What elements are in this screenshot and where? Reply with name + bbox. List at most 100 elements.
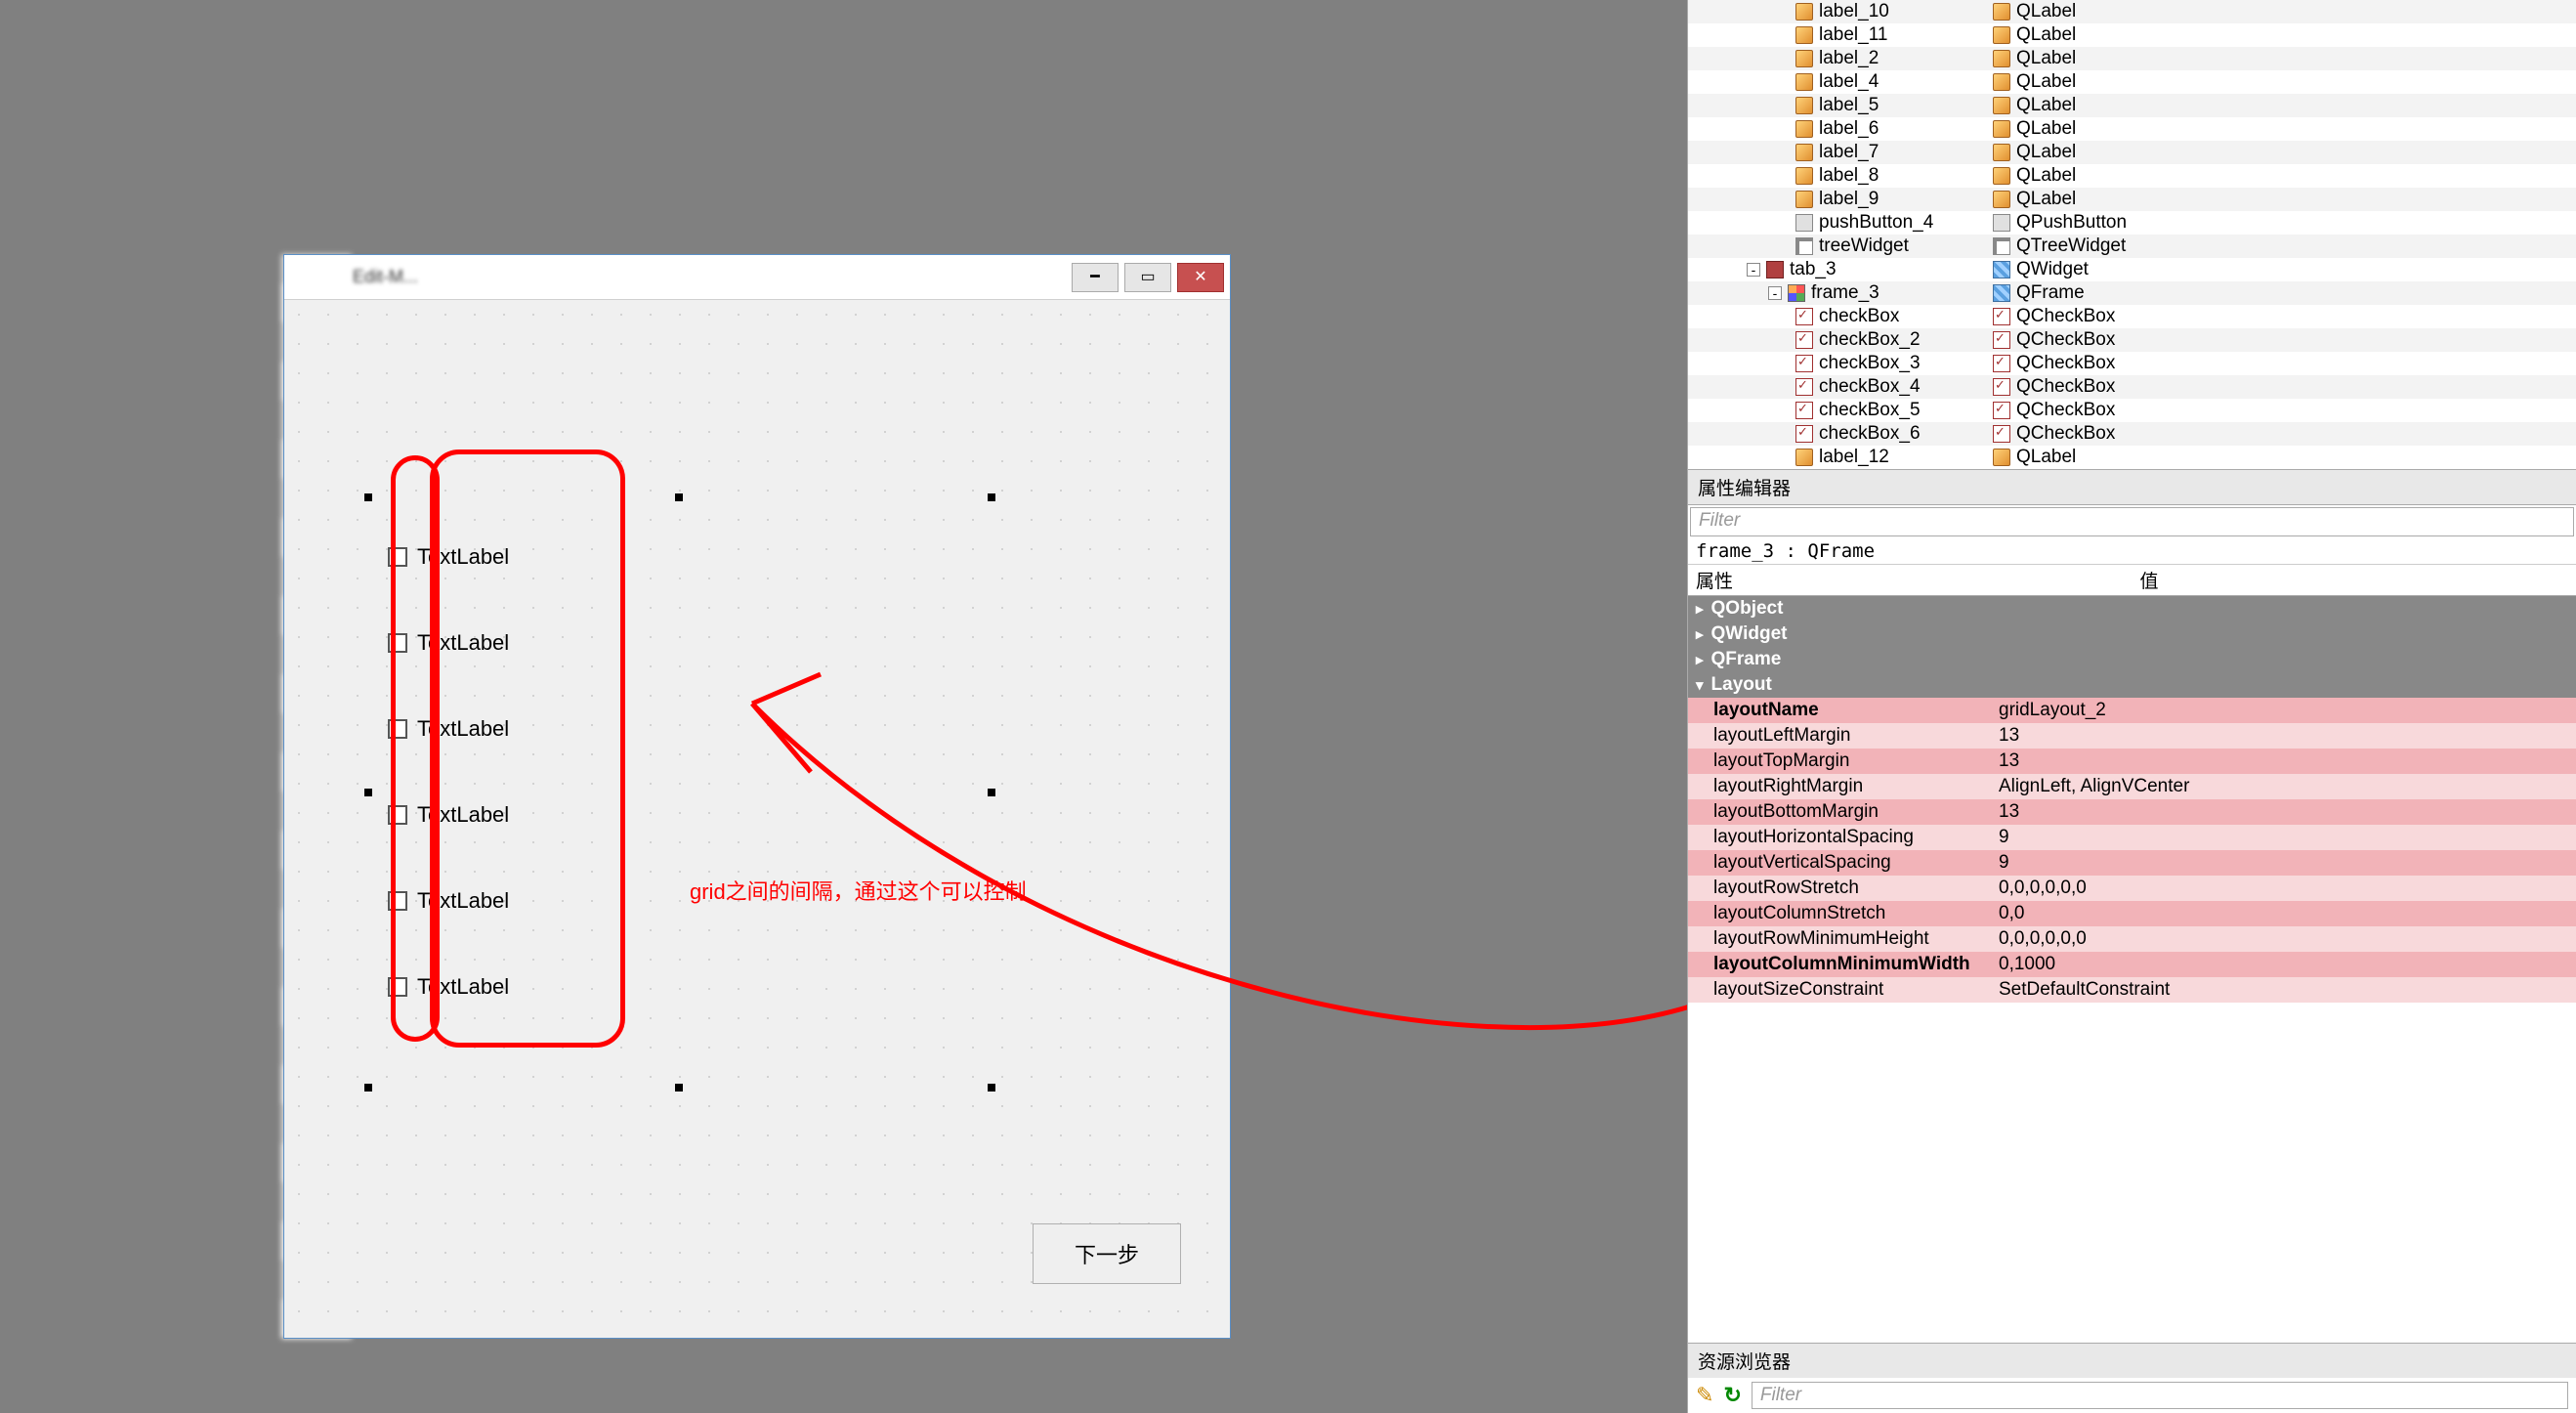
property-row[interactable]: layoutRightMarginAlignLeft, AlignVCenter [1688,774,2576,799]
selection-handle[interactable] [988,1084,995,1092]
property-editor-filter[interactable]: Filter [1690,507,2574,536]
class-icon [1993,191,2010,208]
tree-row[interactable]: checkBoxQCheckBox [1688,305,2576,328]
tree-class-name: QPushButton [2016,212,2127,234]
property-value[interactable]: 0,0 [1991,901,2576,926]
property-name: layoutColumnMinimumWidth [1688,952,1991,977]
selection-handle[interactable] [675,1084,683,1092]
object-icon [1795,308,1813,325]
object-inspector-tree[interactable]: label_10QLabellabel_11QLabellabel_2QLabe… [1688,0,2576,469]
tree-row[interactable]: label_4QLabel [1688,70,2576,94]
tree-class-name: QLabel [2016,165,2076,187]
class-icon [1993,73,2010,91]
tree-class-name: QLabel [2016,118,2076,140]
property-value[interactable]: 0,0,0,0,0,0 [1991,926,2576,952]
property-value[interactable]: SetDefaultConstraint [1991,977,2576,1003]
minimize-button[interactable]: ━ [1072,263,1119,292]
property-name: layoutBottomMargin [1688,799,1991,825]
tree-class-name: QLabel [2016,447,2076,468]
selection-handle[interactable] [364,789,372,796]
tree-row[interactable]: label_12QLabel [1688,446,2576,469]
tree-expander-icon[interactable]: - [1747,263,1760,277]
pencil-icon[interactable]: ✎ [1696,1383,1713,1408]
tree-class-name: QFrame [2016,282,2085,304]
object-icon [1795,120,1813,138]
property-value[interactable]: 13 [1991,749,2576,774]
tree-row[interactable]: label_7QLabel [1688,141,2576,164]
property-group-qframe[interactable]: ▸QFrame [1688,647,2576,672]
property-value[interactable]: 9 [1991,825,2576,850]
selection-handle[interactable] [988,789,995,796]
property-value[interactable]: 13 [1991,723,2576,749]
tree-object-name: checkBox_5 [1819,400,1921,421]
tree-row[interactable]: treeWidgetQTreeWidget [1688,235,2576,258]
selection-handle[interactable] [364,1084,372,1092]
reload-icon[interactable]: ↻ [1723,1383,1741,1408]
class-icon [1993,144,2010,161]
preview-titlebar[interactable]: Edit-M... ━ ▭ ✕ [284,255,1230,300]
object-icon [1795,355,1813,372]
tree-row[interactable]: checkBox_6QCheckBox [1688,422,2576,446]
tree-row[interactable]: checkBox_3QCheckBox [1688,352,2576,375]
tree-class-name: QTreeWidget [2016,236,2126,257]
property-row[interactable]: layoutHorizontalSpacing9 [1688,825,2576,850]
tree-row[interactable]: label_10QLabel [1688,0,2576,23]
property-value[interactable]: 9 [1991,850,2576,876]
close-button[interactable]: ✕ [1177,263,1224,292]
property-row[interactable]: layoutTopMargin13 [1688,749,2576,774]
tree-object-name: checkBox_3 [1819,353,1921,374]
property-editor-title: 属性编辑器 [1688,469,2576,505]
tree-row[interactable]: label_6QLabel [1688,117,2576,141]
class-icon [1993,331,2010,349]
maximize-button[interactable]: ▭ [1124,263,1171,292]
tree-row[interactable]: label_2QLabel [1688,47,2576,70]
object-icon [1795,331,1813,349]
resource-browser-filter[interactable]: Filter [1752,1382,2568,1409]
property-row[interactable]: layoutLeftMargin13 [1688,723,2576,749]
property-editor-empty-area [1688,1003,2576,1343]
object-icon [1795,3,1813,21]
property-header-value: 值 [2133,565,2576,595]
selection-handle[interactable] [675,493,683,501]
property-row[interactable]: layoutRowStretch0,0,0,0,0,0 [1688,876,2576,901]
tree-row[interactable]: -frame_3QFrame [1688,281,2576,305]
property-value[interactable]: AlignLeft, AlignVCenter [1991,774,2576,799]
property-row[interactable]: layoutRowMinimumHeight0,0,0,0,0,0 [1688,926,2576,952]
property-value[interactable]: 0,0,0,0,0,0 [1991,876,2576,901]
class-icon [1993,425,2010,443]
tree-object-name: checkBox_4 [1819,376,1921,398]
tree-row[interactable]: label_9QLabel [1688,188,2576,211]
property-row[interactable]: layoutVerticalSpacing9 [1688,850,2576,876]
next-step-button[interactable]: 下一步 [1033,1223,1181,1284]
selection-handle[interactable] [988,493,995,501]
property-group-layout[interactable]: ▾ Layout [1688,672,2576,698]
tree-row[interactable]: label_5QLabel [1688,94,2576,117]
tree-row[interactable]: checkBox_2QCheckBox [1688,328,2576,352]
tree-expander-icon[interactable]: - [1768,286,1782,300]
property-row[interactable]: layoutSizeConstraintSetDefaultConstraint [1688,977,2576,1003]
tree-row[interactable]: checkBox_4QCheckBox [1688,375,2576,399]
property-value[interactable]: 13 [1991,799,2576,825]
tree-class-name: QLabel [2016,24,2076,46]
object-icon [1788,284,1805,302]
object-icon [1795,191,1813,208]
class-icon [1993,97,2010,114]
property-row[interactable]: layoutBottomMargin13 [1688,799,2576,825]
property-group-qobject[interactable]: ▸QObject [1688,596,2576,621]
property-value[interactable]: gridLayout_2 [1991,698,2576,723]
tree-row[interactable]: pushButton_4QPushButton [1688,211,2576,235]
selection-handle[interactable] [364,493,372,501]
tree-object-name: label_2 [1819,48,1879,69]
tree-row[interactable]: checkBox_5QCheckBox [1688,399,2576,422]
tree-row[interactable]: label_8QLabel [1688,164,2576,188]
tree-row[interactable]: label_11QLabel [1688,23,2576,47]
property-row[interactable]: layoutColumnStretch0,0 [1688,901,2576,926]
property-row[interactable]: layoutColumnMinimumWidth0,1000 [1688,952,2576,977]
tree-class-name: QCheckBox [2016,306,2115,327]
property-header-name: 属性 [1688,565,2133,595]
property-row[interactable]: layoutNamegridLayout_2 [1688,698,2576,723]
tree-row[interactable]: -tab_3QWidget [1688,258,2576,281]
property-name: layoutRightMargin [1688,774,1991,799]
property-group-qwidget[interactable]: ▸QWidget [1688,621,2576,647]
property-value[interactable]: 0,1000 [1991,952,2576,977]
